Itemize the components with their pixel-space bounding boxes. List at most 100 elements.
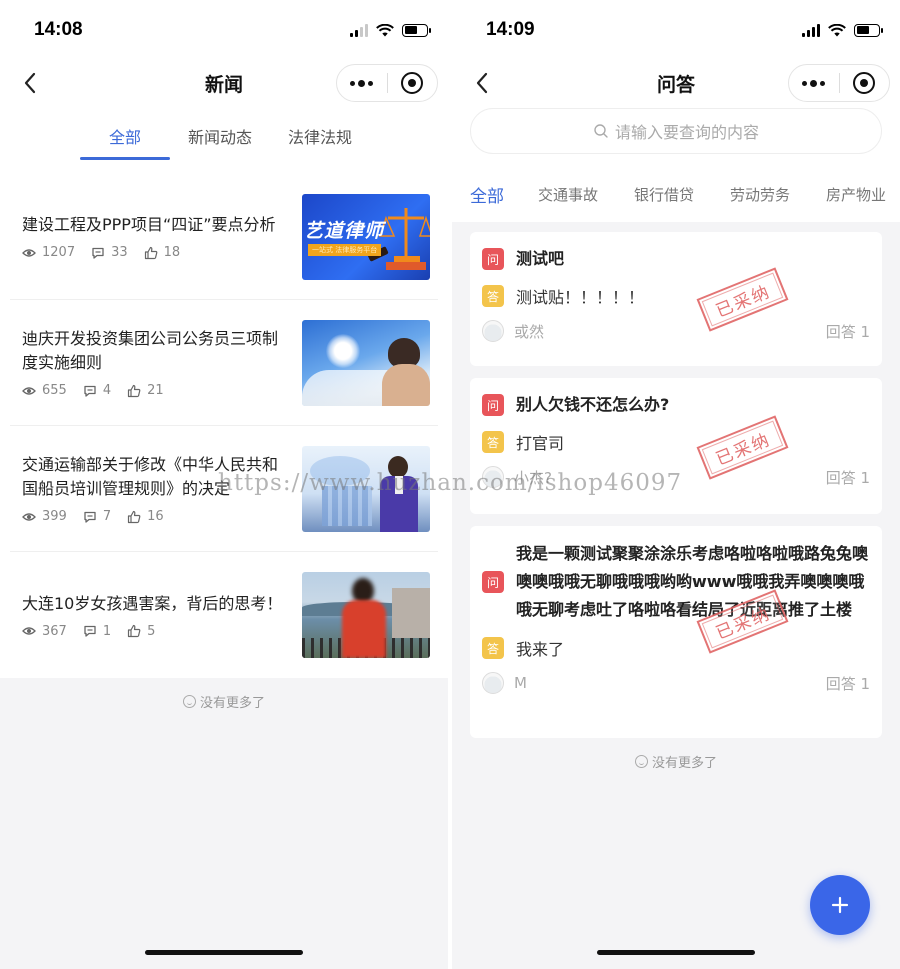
thumbs-up-icon <box>128 510 141 523</box>
no-more-indicator: 没有更多了 <box>452 750 900 785</box>
back-icon[interactable] <box>18 69 46 97</box>
comment-icon <box>84 511 96 523</box>
add-question-button[interactable] <box>810 875 870 935</box>
comment-icon <box>84 385 96 397</box>
eye-icon <box>22 386 36 395</box>
user-name: 或然 <box>514 322 545 341</box>
avatar <box>482 320 504 342</box>
answer-badge: 答 <box>482 285 504 307</box>
search-input[interactable]: 请输入要查询的内容 <box>470 108 882 154</box>
smile-icon <box>634 755 648 768</box>
news-screen: 14:08 新闻 全部 新闻动态 法律法规 建设工程及PPP项目“四证”要点分析… <box>0 0 448 969</box>
thumbs-up-icon <box>144 246 158 259</box>
screenshot-stage: 14:08 新闻 全部 新闻动态 法律法规 建设工程及PPP项目“四证”要点分析… <box>0 0 900 969</box>
status-bar: 14:08 <box>0 0 448 60</box>
answer-text: 我来了 <box>516 640 565 659</box>
view-count: 1207 <box>42 245 76 260</box>
qa-card[interactable]: 问我是一颗测试聚聚涂涂乐考虑咯啦咯啦哦路兔兔噢噢噢哦哦无聊哦哦哦哟哟www哦哦我… <box>470 526 882 738</box>
page-title: 问答 <box>656 73 695 96</box>
question-badge: 问 <box>482 248 504 270</box>
news-title: 建设工程及PPP项目“四证”要点分析 <box>22 215 276 234</box>
miniapp-capsule <box>788 64 890 102</box>
answer-text: 打官司 <box>516 434 565 453</box>
news-item[interactable]: 大连10岁女孩遇害案，背后的思考！ 367 1 5 <box>10 552 438 678</box>
news-item[interactable]: 交通运输部关于修改《中华人民共和国船员培训管理规则》的决定 399 7 16 <box>10 426 438 552</box>
news-title: 迪庆开发投资集团公司公务员三项制度实施细则 <box>22 329 279 372</box>
back-icon[interactable] <box>470 69 498 97</box>
nav-bar: 新闻 <box>0 60 448 106</box>
news-thumbnail <box>302 572 430 658</box>
comment-count: 7 <box>102 509 112 524</box>
answer-badge: 答 <box>482 431 504 453</box>
user-name: 小杰? <box>514 468 552 487</box>
thumb-sub-text: 一站式 法律服务平台 <box>308 243 382 256</box>
target-icon <box>853 72 876 94</box>
news-tabs: 全部 新闻动态 法律法规 <box>0 106 448 176</box>
news-thumbnail: 艺道律师 一站式 法律服务平台 <box>302 193 430 280</box>
more-button[interactable] <box>789 65 839 101</box>
news-meta: 367 1 5 <box>22 624 292 639</box>
view-count: 655 <box>42 383 67 398</box>
qa-card[interactable]: 问别人欠钱不还怎么办? 答打官司 小杰? 回答 1 已采纳 <box>470 378 882 514</box>
comment-icon <box>84 625 96 637</box>
tab-traffic-accident[interactable]: 交通事故 <box>538 184 598 205</box>
like-count: 18 <box>163 245 181 260</box>
thumbs-up-icon <box>128 624 141 638</box>
news-item[interactable]: 建设工程及PPP项目“四证”要点分析 1207 33 18 艺道律师 一站式 法… <box>10 174 438 300</box>
news-meta: 1207 33 18 <box>22 245 292 260</box>
view-count: 367 <box>42 623 67 639</box>
no-more-indicator: 没有更多了 <box>0 678 448 725</box>
avatar <box>482 672 504 694</box>
qa-list: 问测试吧 答测试贴！！！！！ 或然 回答 1 已采纳 问别人欠钱不还怎么办? 答… <box>452 222 900 738</box>
tab-news-updates[interactable]: 新闻动态 <box>170 106 270 176</box>
avatar <box>482 466 504 488</box>
miniapp-capsule <box>336 64 438 102</box>
status-bar: 14:09 <box>452 0 900 60</box>
tab-active-indicator <box>80 157 170 160</box>
news-thumbnail <box>302 445 430 532</box>
answer-text: 测试贴！！！！！ <box>516 288 645 307</box>
news-meta: 399 7 16 <box>22 509 292 524</box>
comment-count: 4 <box>102 383 112 398</box>
comment-count: 1 <box>102 623 112 639</box>
eye-icon <box>22 627 36 635</box>
question-text: 测试吧 <box>516 249 565 268</box>
thumbs-up-icon <box>128 384 141 397</box>
tab-labor[interactable]: 劳动劳务 <box>730 184 790 205</box>
comment-count: 33 <box>111 245 128 260</box>
wifi-icon <box>828 23 846 36</box>
view-count: 399 <box>42 509 67 524</box>
search-placeholder: 请输入要查询的内容 <box>614 123 759 142</box>
news-item[interactable]: 迪庆开发投资集团公司公务员三项制度实施细则 655 4 21 <box>10 300 438 426</box>
qa-card[interactable]: 问测试吧 答测试贴！！！！！ 或然 回答 1 已采纳 <box>470 232 882 366</box>
answer-count: 回答 1 <box>825 468 870 487</box>
page-title: 新闻 <box>204 73 243 96</box>
battery-icon <box>402 23 431 37</box>
question-text: 我是一颗测试聚聚涂涂乐考虑咯啦咯啦哦路兔兔噢噢噢哦哦无聊哦哦哦哟哟www哦哦我弄… <box>516 544 869 619</box>
tab-bank-loan[interactable]: 银行借贷 <box>634 184 694 205</box>
home-indicator[interactable] <box>145 950 303 955</box>
battery-icon <box>854 23 883 37</box>
close-miniapp-button[interactable] <box>388 65 438 101</box>
eye-icon <box>22 248 36 257</box>
plus-icon <box>831 896 849 914</box>
question-text: 别人欠钱不还怎么办? <box>516 395 670 414</box>
tab-all[interactable]: 全部 <box>470 182 504 207</box>
news-list: 建设工程及PPP项目“四证”要点分析 1207 33 18 艺道律师 一站式 法… <box>0 174 448 678</box>
wifi-icon <box>376 23 394 36</box>
answer-badge: 答 <box>482 637 504 659</box>
search-icon <box>594 124 608 138</box>
qa-category-tabs: 全部 交通事故 银行借贷 劳动劳务 房产物业 <box>452 166 900 222</box>
signal-icon <box>350 23 368 37</box>
comment-icon <box>92 247 104 259</box>
more-dots-icon <box>350 79 374 87</box>
close-miniapp-button[interactable] <box>840 65 890 101</box>
more-button[interactable] <box>337 65 387 101</box>
tab-all[interactable]: 全部 <box>80 106 170 176</box>
signal-icon <box>802 23 820 37</box>
tab-property[interactable]: 房产物业 <box>826 184 886 205</box>
question-badge: 问 <box>482 394 504 416</box>
tab-laws[interactable]: 法律法规 <box>270 106 370 176</box>
answer-count: 回答 1 <box>825 322 870 341</box>
home-indicator[interactable] <box>597 950 755 955</box>
